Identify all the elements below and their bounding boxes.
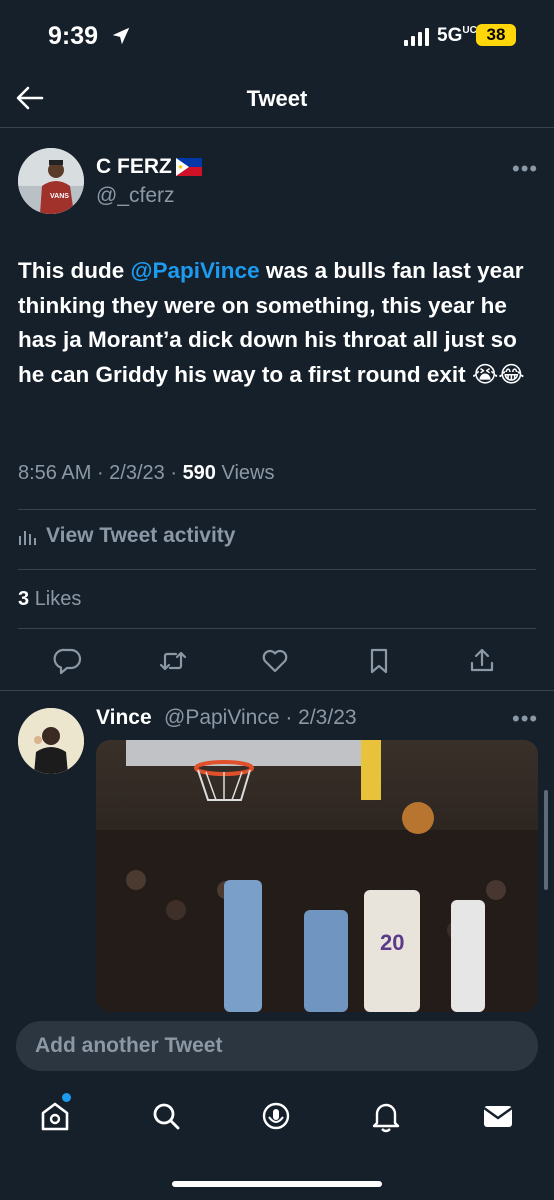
status-time: 9:39: [48, 22, 99, 50]
activity-chart-icon: [19, 531, 36, 545]
network-indicator: 5GUC: [437, 25, 477, 46]
view-activity-link[interactable]: View Tweet activity: [18, 521, 235, 551]
retweet-icon[interactable]: [158, 646, 188, 676]
divider: [18, 569, 536, 570]
reply-author-name[interactable]: Vince: [96, 706, 152, 730]
avatar[interactable]: VANS: [18, 148, 84, 214]
divider: [18, 628, 536, 629]
tweet-text: This dude @PapiVince was a bulls fan las…: [18, 258, 525, 387]
location-arrow-icon: [112, 27, 130, 45]
spaces-icon[interactable]: [258, 1098, 294, 1134]
reply-icon[interactable]: [53, 646, 83, 676]
reply-media-video[interactable]: 20: [96, 740, 538, 1012]
like-icon[interactable]: [260, 646, 290, 676]
philippines-flag-icon: [176, 158, 202, 176]
signal-icon: [404, 28, 429, 46]
scrollbar[interactable]: [544, 790, 548, 890]
notifications-icon[interactable]: [368, 1098, 404, 1134]
compose-input[interactable]: Add another Tweet: [16, 1021, 538, 1071]
home-indicator: [172, 1181, 382, 1187]
notification-dot: [62, 1093, 71, 1102]
page-title: Tweet: [246, 86, 308, 111]
tweet-meta: 8:56 AM · 2/3/23 · 590 Views: [18, 462, 275, 484]
battery-indicator: 38: [476, 24, 516, 46]
reply-avatar[interactable]: [18, 708, 84, 774]
author-handle[interactable]: @_cferz: [96, 184, 175, 208]
bookmark-icon[interactable]: [364, 646, 394, 676]
home-icon[interactable]: [37, 1098, 73, 1134]
mention-link[interactable]: @PapiVince: [131, 258, 260, 283]
more-icon[interactable]: •••: [512, 156, 538, 182]
reply-meta[interactable]: @PapiVince · 2/3/23: [164, 706, 357, 730]
author-name[interactable]: C FERZ: [96, 155, 172, 179]
jersey-number: 20: [380, 930, 404, 955]
divider: [18, 509, 536, 510]
messages-icon[interactable]: [480, 1098, 516, 1134]
search-icon[interactable]: [148, 1098, 184, 1134]
share-icon[interactable]: [467, 646, 497, 676]
reply-more-icon[interactable]: •••: [512, 706, 538, 732]
divider: [0, 127, 554, 128]
svg-text:VANS: VANS: [50, 193, 69, 200]
divider: [0, 690, 554, 691]
likes-count[interactable]: 3 Likes: [18, 588, 81, 611]
